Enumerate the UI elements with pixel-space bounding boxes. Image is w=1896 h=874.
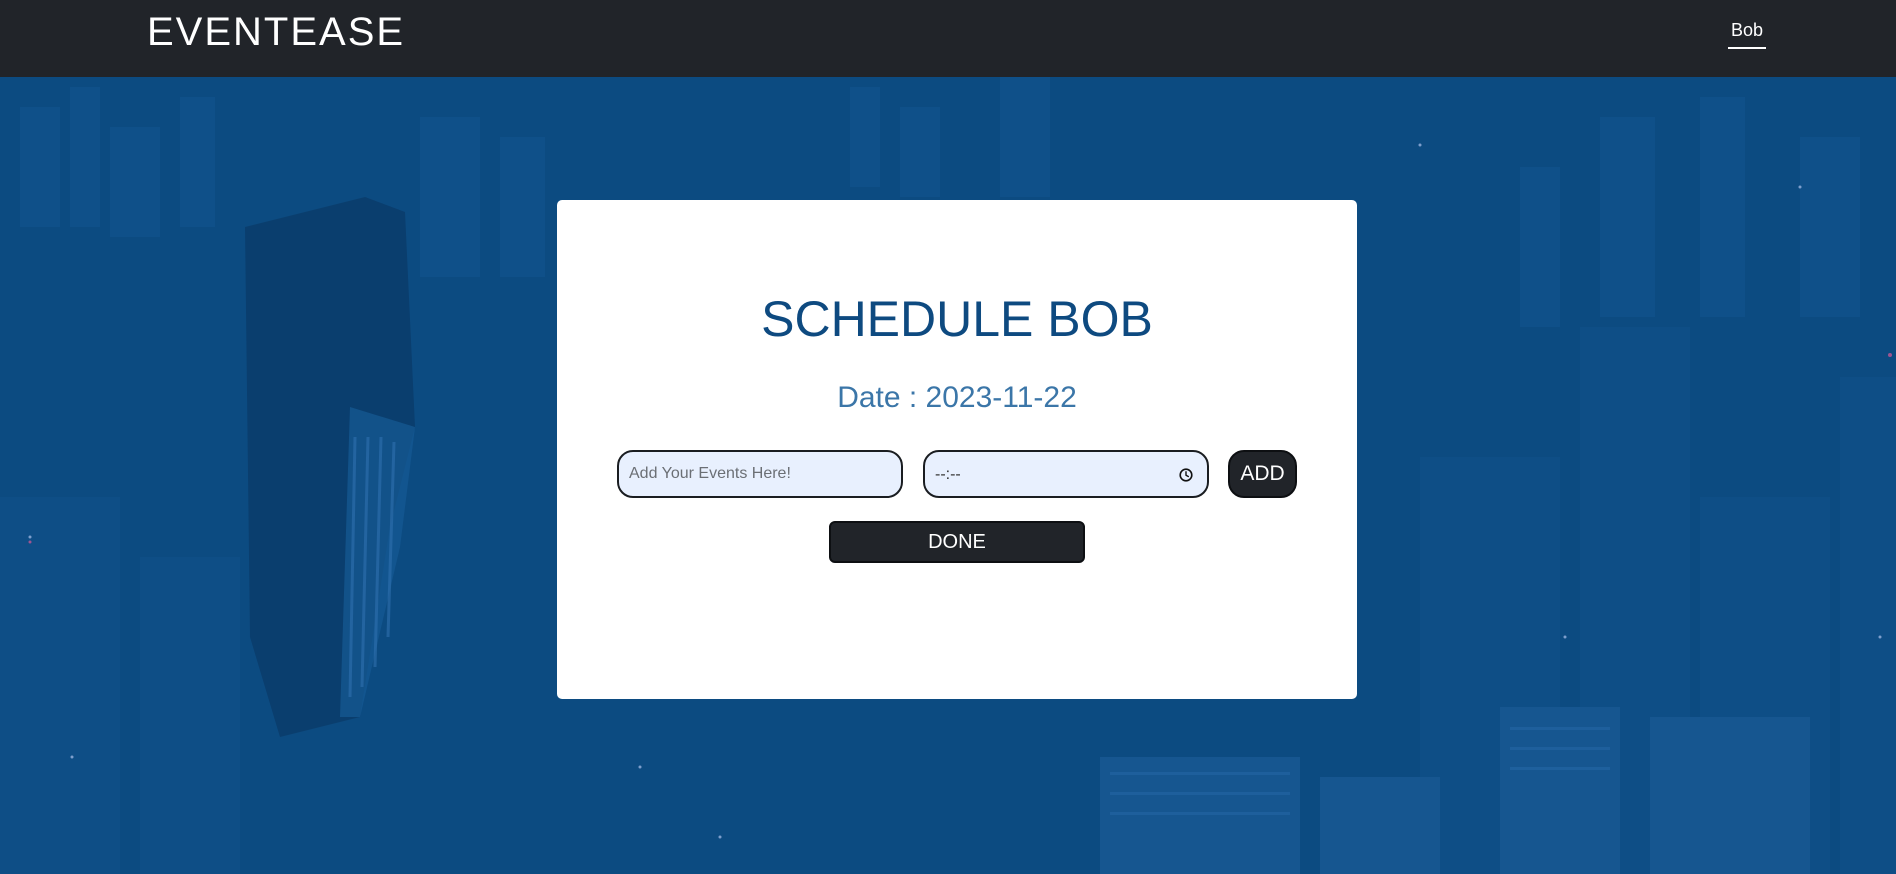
schedule-date: Date : 2023-11-22 [837, 381, 1077, 414]
clock-icon[interactable] [1179, 468, 1193, 482]
event-input[interactable] [617, 450, 903, 498]
page-title: SCHEDULE BOB [761, 291, 1153, 347]
time-input[interactable]: --:-- [923, 450, 1209, 498]
nav-user-link[interactable]: Bob [1728, 20, 1766, 49]
time-input-value: --:-- [935, 466, 961, 483]
schedule-card: SCHEDULE BOB Date : 2023-11-22 --:-- ADD… [557, 200, 1357, 699]
add-event-button[interactable]: ADD [1228, 450, 1297, 498]
done-button[interactable]: DONE [829, 521, 1085, 563]
top-navbar: EVENTEASE Bob [0, 0, 1896, 77]
brand-logo[interactable]: EVENTEASE [147, 8, 405, 56]
